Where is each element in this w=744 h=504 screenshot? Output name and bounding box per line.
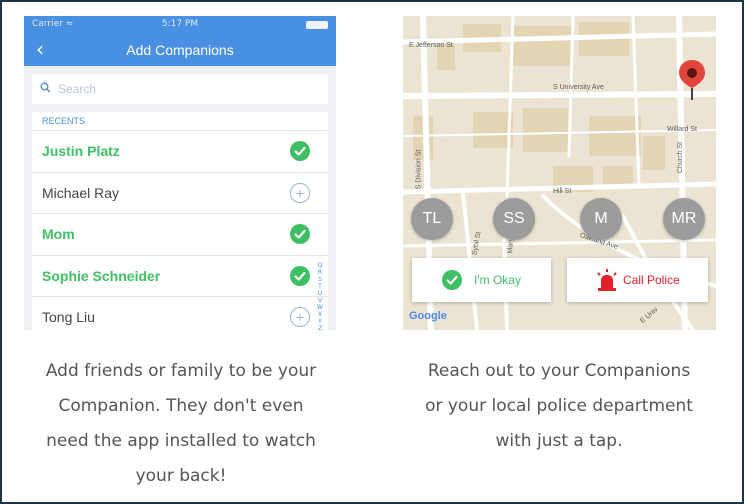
status-bar: Carrier ≈ 5:17 PM [24, 16, 336, 34]
index-letter[interactable]: V [316, 297, 324, 304]
caption-line: Reach out to your Companions [427, 361, 691, 381]
siren-icon [597, 269, 617, 291]
street-label: Hill St [553, 188, 572, 195]
screen-title: Add Companions [126, 42, 234, 58]
nav-bar: ‹ Add Companions [24, 34, 336, 66]
index-letter[interactable]: S [316, 276, 324, 283]
caption-line: Companion. They don't even [58, 396, 304, 416]
checkmark-icon[interactable] [290, 265, 310, 286]
street-label: Willard St [667, 126, 697, 133]
index-letter[interactable]: W [316, 304, 324, 311]
index-letter[interactable]: R [316, 269, 324, 276]
map-screenshot: E Jefferson St S University Ave Willard … [403, 16, 716, 330]
call-police-button[interactable]: Call Police [567, 258, 708, 302]
right-caption: Reach out to your Companions or your loc… [392, 354, 726, 459]
clock: 5:17 PM [161, 19, 199, 29]
contact-name: Tong Liu [42, 309, 95, 325]
im-okay-button[interactable]: I'm Okay [412, 258, 551, 302]
feature-panel: Carrier ≈ 5:17 PM ‹ Add Companions RECEN… [0, 0, 744, 504]
companion-avatar[interactable]: MR [663, 198, 705, 240]
contact-row[interactable]: Sophie Schneider [32, 254, 328, 297]
street-label: S Division St [415, 149, 423, 190]
contact-name: Mom [42, 226, 75, 242]
caption-line: or your local police department [425, 396, 693, 416]
recents-header: RECENTS [42, 116, 86, 126]
street-label: S University Ave [553, 84, 604, 91]
google-logo: Google [409, 310, 447, 322]
checkmark-icon [442, 270, 462, 290]
companion-avatar[interactable]: M [580, 198, 622, 240]
left-caption: Add friends or family to be your Compani… [16, 354, 346, 494]
contact-name: Michael Ray [42, 184, 120, 201]
companion-avatar[interactable]: TL [411, 198, 453, 240]
index-letter[interactable]: Y [316, 318, 324, 325]
index-letter[interactable]: T [316, 283, 324, 290]
search-input[interactable] [56, 79, 320, 99]
street-label: Church St [677, 141, 685, 174]
index-letter[interactable]: Q [316, 262, 324, 269]
index-letter[interactable]: X [316, 311, 324, 318]
caption-line: Add friends or family to be your [45, 361, 317, 381]
contact-row[interactable]: Tong Liu + [32, 296, 328, 330]
street-label: E Jefferson St [409, 42, 453, 49]
checkmark-icon[interactable] [290, 141, 310, 161]
battery-icon [306, 21, 328, 29]
companion-avatar[interactable]: SS [493, 198, 535, 240]
caption-line: with just a tap. [495, 431, 623, 451]
index-letter[interactable]: U [316, 290, 324, 297]
contacts-list: RECENTS Justin Platz Michael Ray + Mom S… [32, 112, 328, 330]
contact-row[interactable]: Michael Ray + [32, 171, 328, 214]
contact-name: Sophie Schneider [42, 267, 161, 284]
call-police-label: Call Police [623, 273, 680, 287]
checkmark-icon[interactable] [290, 224, 310, 244]
add-circle-icon[interactable]: + [290, 182, 310, 203]
contact-row[interactable]: Justin Platz [32, 130, 328, 172]
search-icon [40, 82, 51, 93]
search-bar[interactable] [32, 74, 328, 104]
map-pin-icon[interactable] [677, 58, 707, 100]
contact-row[interactable]: Mom [32, 213, 328, 255]
add-circle-icon[interactable]: + [290, 307, 310, 327]
im-okay-label: I'm Okay [474, 273, 521, 287]
add-companions-screenshot: Carrier ≈ 5:17 PM ‹ Add Companions RECEN… [24, 16, 336, 330]
index-letter[interactable]: Z [316, 325, 324, 330]
alphabet-index[interactable]: Q R S T U V W X Y Z [316, 262, 324, 330]
caption-line: need the app installed to watch [46, 431, 316, 451]
caption-line: your back! [135, 466, 227, 486]
contact-name: Justin Platz [42, 143, 120, 159]
